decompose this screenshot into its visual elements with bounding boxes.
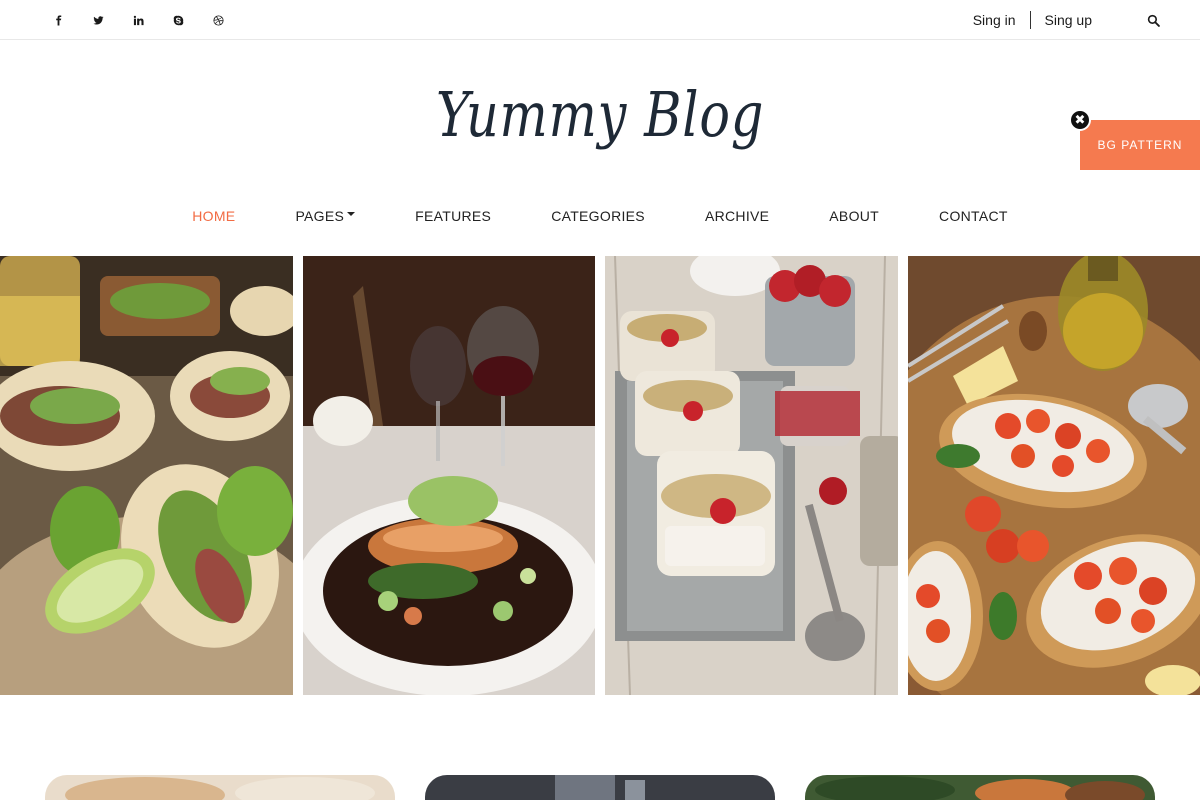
nav-contact-label: CONTACT	[939, 208, 1008, 224]
search-button[interactable]	[1146, 13, 1160, 27]
dribbble-icon	[212, 14, 224, 26]
twitter-link[interactable]	[78, 0, 118, 40]
close-icon[interactable]: ✖	[1069, 109, 1091, 131]
nav-home[interactable]: HOME	[192, 208, 235, 224]
search-icon	[1147, 14, 1160, 27]
site-logo[interactable]: Yummy Blog	[0, 78, 1200, 151]
post-card-2-image	[425, 775, 775, 800]
facebook-icon	[55, 14, 61, 26]
twitter-icon	[92, 15, 104, 25]
post-cards-row	[0, 775, 1200, 800]
sign-in-link[interactable]: Sing in	[973, 12, 1016, 28]
nav-features[interactable]: FEATURES	[415, 208, 491, 224]
nav-about-label: ABOUT	[829, 208, 880, 224]
post-card-3[interactable]	[805, 775, 1155, 800]
auth-links: Sing in Sing up	[973, 0, 1160, 40]
social-links	[38, 0, 238, 40]
gallery-image-salmon[interactable]	[303, 256, 595, 695]
post-card-1-image	[45, 775, 395, 800]
logo-text: Yummy Blog	[435, 78, 765, 151]
gallery-image-parfait[interactable]	[605, 256, 898, 695]
auth-divider	[1029, 11, 1031, 29]
skype-icon	[173, 15, 183, 25]
nav-home-label: HOME	[192, 208, 236, 224]
top-bar: Sing in Sing up	[0, 0, 1200, 40]
nav-archive-label: ARCHIVE	[704, 208, 770, 224]
main-nav: HOME PAGES FEATURES CATEGORIES ARCHIVE A…	[0, 208, 1200, 224]
featured-gallery	[0, 256, 1200, 695]
gallery-image-bruschetta[interactable]	[908, 256, 1200, 695]
nav-pages[interactable]: PAGES	[295, 208, 356, 224]
caret-down-icon	[347, 212, 356, 216]
gallery-image-tacos[interactable]	[0, 256, 293, 695]
nav-pages-label: PAGES	[295, 208, 345, 224]
sign-up-link[interactable]: Sing up	[1045, 12, 1092, 28]
linkedin-link[interactable]	[118, 0, 158, 40]
nav-contact[interactable]: CONTACT	[939, 208, 1008, 224]
nav-categories-label: CATEGORIES	[551, 208, 645, 224]
nav-about[interactable]: ABOUT	[829, 208, 879, 224]
dribbble-link[interactable]	[198, 0, 238, 40]
skype-link[interactable]	[158, 0, 198, 40]
nav-archive[interactable]: ARCHIVE	[705, 208, 769, 224]
post-card-2[interactable]	[425, 775, 775, 800]
post-card-1[interactable]	[45, 775, 395, 800]
bg-pattern-button[interactable]: BG PATTERN	[1080, 120, 1200, 170]
linkedin-icon	[133, 15, 144, 25]
nav-features-label: FEATURES	[415, 208, 492, 224]
post-card-3-image	[805, 775, 1155, 800]
nav-categories[interactable]: CATEGORIES	[551, 208, 645, 224]
facebook-link[interactable]	[38, 0, 78, 40]
